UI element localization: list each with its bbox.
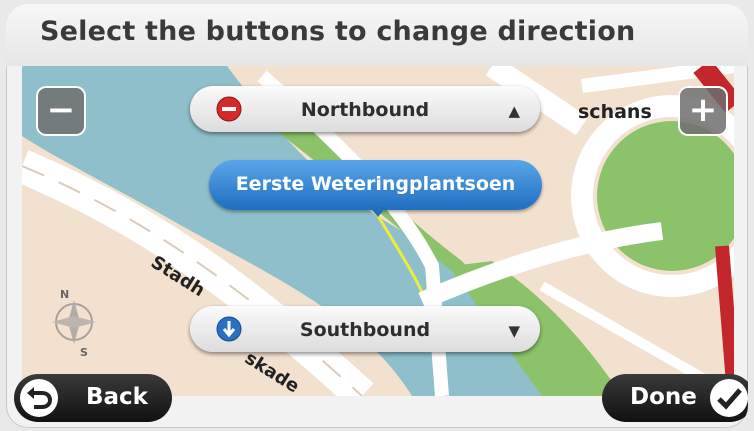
compass-north: N: [60, 288, 70, 301]
checkmark-icon: [710, 379, 748, 417]
page-title: Select the buttons to change direction: [40, 16, 636, 47]
back-arrow-icon: [20, 379, 58, 417]
plus-icon: +: [688, 90, 718, 130]
northbound-label: Northbound: [300, 99, 430, 121]
down-triangle-icon: ▼: [508, 322, 520, 340]
street-label-pointer: [370, 207, 386, 217]
compass-south: S: [80, 346, 88, 359]
southbound-label: Southbound: [299, 319, 431, 341]
done-button[interactable]: Done: [602, 374, 748, 422]
header: Select the buttons to change direction: [6, 4, 748, 66]
street-name-schans: schans: [578, 101, 652, 123]
device-frame: Select the buttons to change direction s…: [6, 4, 748, 428]
zoom-out-button[interactable]: −: [36, 86, 86, 136]
back-button[interactable]: Back: [14, 374, 172, 422]
northbound-button[interactable]: Northbound ▲: [190, 86, 540, 132]
up-arrow-icon: ▲: [508, 102, 520, 120]
southbound-button[interactable]: Southbound ▼: [190, 306, 540, 352]
back-label: Back: [86, 384, 148, 410]
done-label: Done: [630, 384, 697, 410]
zoom-in-button[interactable]: +: [678, 86, 728, 136]
minus-icon: −: [46, 90, 76, 130]
selected-street-label: Eerste Weteringplantsoen: [209, 160, 542, 210]
